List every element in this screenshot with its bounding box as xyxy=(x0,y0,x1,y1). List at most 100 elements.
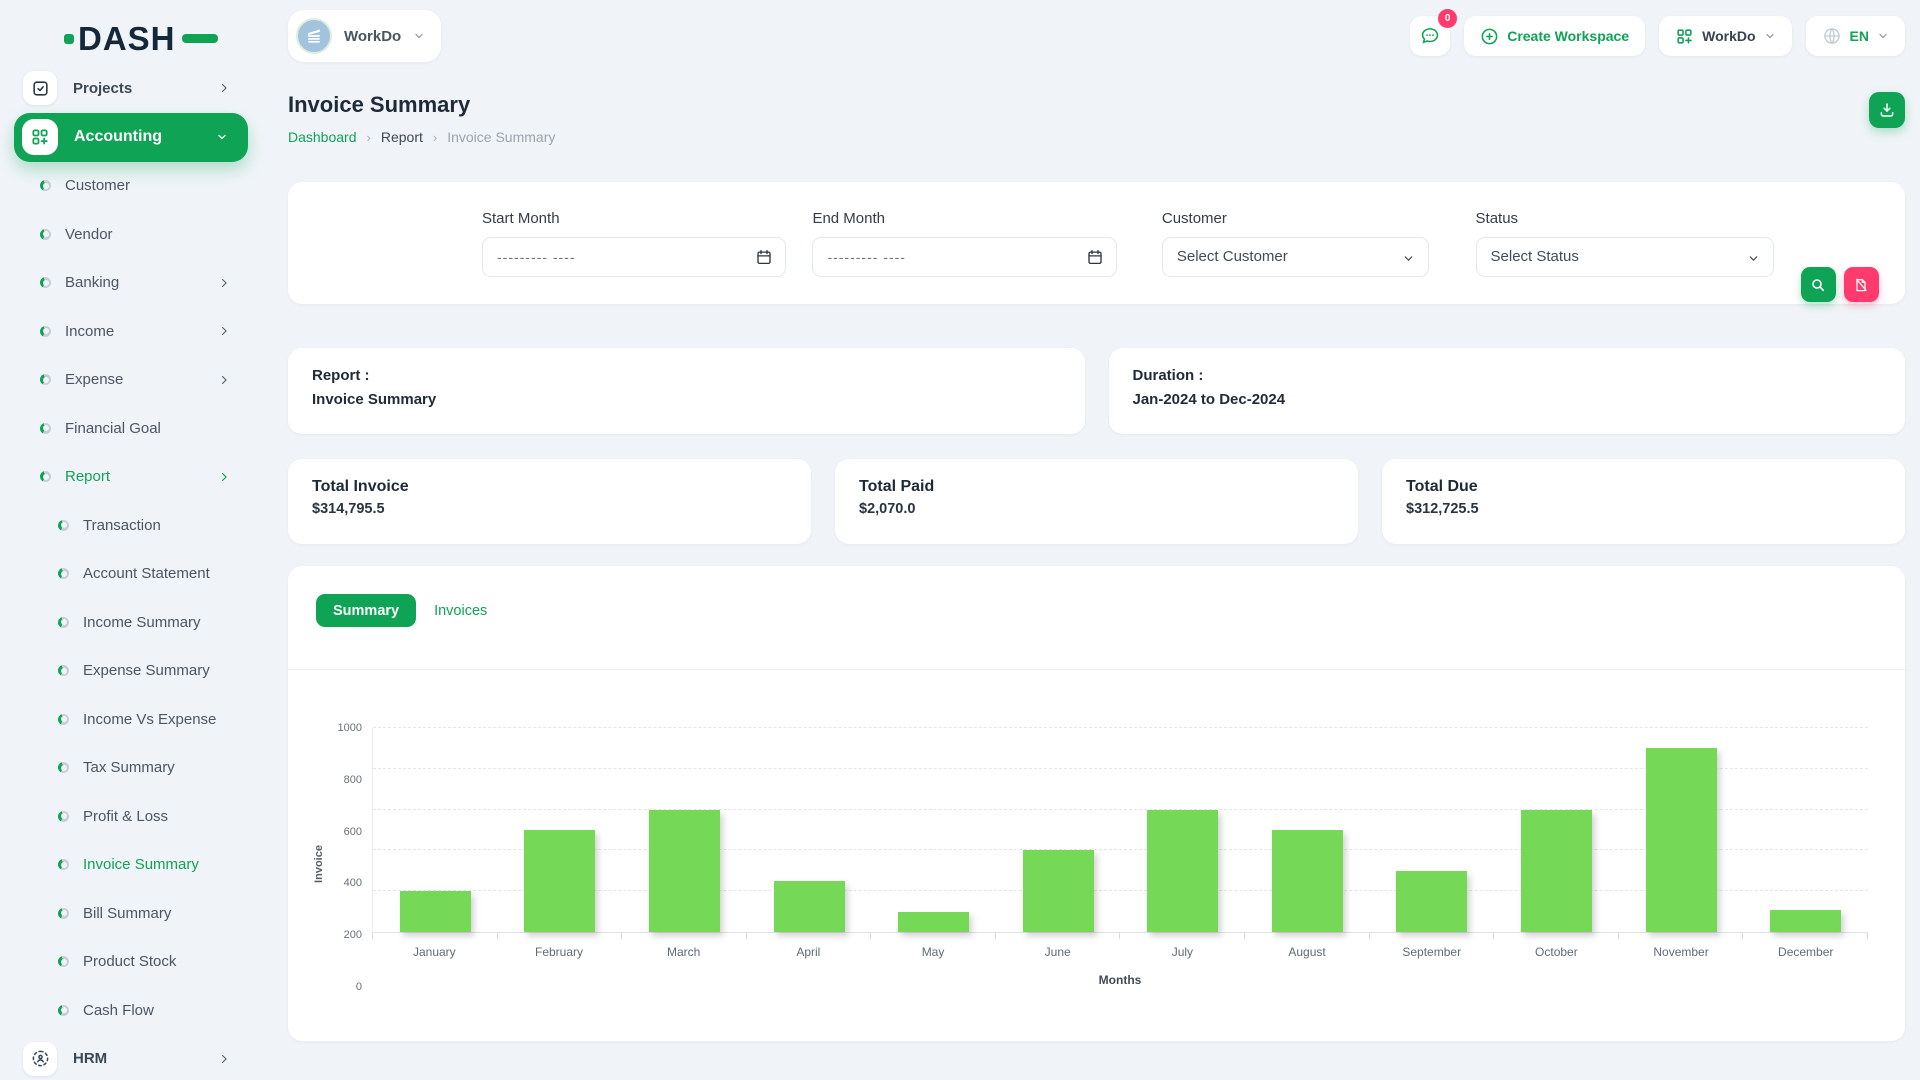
x-axis-title: Months xyxy=(372,973,1868,987)
main-content: Invoice Summary Dashboard › Report › Inv… xyxy=(288,0,1905,1041)
bar-december[interactable] xyxy=(1770,910,1841,932)
x-tick xyxy=(747,933,872,939)
sidebar-item-income-vs-expense[interactable]: Income Vs Expense xyxy=(0,695,264,744)
customer-label: Customer xyxy=(1162,210,1429,227)
chart-plot xyxy=(372,728,1868,933)
bullet-icon xyxy=(40,180,51,191)
chart-bars xyxy=(373,728,1868,932)
tab-invoices[interactable]: Invoices xyxy=(434,603,487,619)
bullet-icon xyxy=(58,617,69,628)
sidebar-item-income[interactable]: Income xyxy=(0,307,264,356)
tab-summary[interactable]: Summary xyxy=(316,594,416,627)
y-tick-label: 200 xyxy=(344,929,362,941)
sidebar-item-hrm[interactable]: HRM xyxy=(0,1035,264,1080)
total-paid-value: $2,070.0 xyxy=(859,501,1334,517)
sidebar-item-report[interactable]: Report xyxy=(0,453,264,502)
x-axis-label: May xyxy=(871,945,996,959)
total-due-card: Total Due $312,725.5 xyxy=(1382,459,1905,544)
bar-august[interactable] xyxy=(1272,830,1343,932)
sidebar-item-account-statement[interactable]: Account Statement xyxy=(0,550,264,599)
bullet-icon xyxy=(58,956,69,967)
status-field: Status Select Status xyxy=(1476,210,1774,277)
sidebar-item-customer[interactable]: Customer xyxy=(0,162,264,211)
sidebar-item-financial-goal[interactable]: Financial Goal xyxy=(0,404,264,453)
bullet-icon xyxy=(40,277,51,288)
calendar-icon[interactable] xyxy=(1086,248,1104,266)
bullet-icon xyxy=(58,714,69,725)
duration-card-title: Duration : xyxy=(1133,367,1882,384)
invoice-bar-chart: Invoice 02004006008001000 JanuaryFebruar… xyxy=(372,728,1868,987)
x-axis-label: April xyxy=(746,945,871,959)
bar-cell xyxy=(996,728,1121,932)
download-report-button[interactable] xyxy=(1869,92,1905,128)
chevron-right-icon xyxy=(218,1053,230,1065)
bar-cell xyxy=(871,728,996,932)
sidebar-item-transaction[interactable]: Transaction xyxy=(0,501,264,550)
duration-card-value: Jan-2024 to Dec-2024 xyxy=(1133,391,1882,408)
filter-panel: Start Month --------- ---- End Month ---… xyxy=(288,182,1905,304)
sidebar-item-bill-summary[interactable]: Bill Summary xyxy=(0,889,264,938)
y-axis: 02004006008001000 xyxy=(288,728,362,987)
calendar-icon[interactable] xyxy=(755,248,773,266)
bar-cell xyxy=(498,728,623,932)
x-axis-label: July xyxy=(1120,945,1245,959)
end-month-input[interactable]: --------- ---- xyxy=(812,237,1116,277)
sidebar-item-expense-summary[interactable]: Expense Summary xyxy=(0,647,264,696)
end-month-label: End Month xyxy=(812,210,1116,227)
x-axis-label: August xyxy=(1245,945,1370,959)
y-tick-label: 800 xyxy=(344,774,362,786)
bar-june[interactable] xyxy=(1023,850,1094,932)
bar-july[interactable] xyxy=(1147,810,1218,932)
sidebar-item-product-stock[interactable]: Product Stock xyxy=(0,938,264,987)
chevron-down-icon xyxy=(216,131,228,143)
bullet-icon xyxy=(58,762,69,773)
bar-cell xyxy=(622,728,747,932)
sidebar: Projects Accounting Customer Vendor Bank… xyxy=(0,0,264,1080)
sidebar-item-vendor[interactable]: Vendor xyxy=(0,210,264,259)
bullet-icon xyxy=(40,326,51,337)
total-invoice-value: $314,795.5 xyxy=(312,501,787,517)
bar-september[interactable] xyxy=(1396,871,1467,932)
bar-october[interactable] xyxy=(1521,810,1592,932)
bar-march[interactable] xyxy=(649,810,720,932)
clear-filter-button[interactable] xyxy=(1844,267,1879,302)
sidebar-item-banking[interactable]: Banking xyxy=(0,259,264,308)
x-axis-label: January xyxy=(372,945,497,959)
sidebar-item-cash-flow[interactable]: Cash Flow xyxy=(0,986,264,1035)
bar-cell xyxy=(747,728,872,932)
bar-cell xyxy=(1743,728,1868,932)
bullet-icon xyxy=(40,229,51,240)
sidebar-item-invoice-summary[interactable]: Invoice Summary xyxy=(0,841,264,890)
breadcrumb-report[interactable]: Report xyxy=(381,129,423,145)
bar-cell xyxy=(373,728,498,932)
breadcrumb-dashboard[interactable]: Dashboard xyxy=(288,129,357,145)
bar-november[interactable] xyxy=(1646,748,1717,932)
sidebar-item-projects[interactable]: Projects xyxy=(0,64,264,113)
sidebar-item-income-summary[interactable]: Income Summary xyxy=(0,598,264,647)
sidebar-item-tax-summary[interactable]: Tax Summary xyxy=(0,744,264,793)
sidebar-item-expense[interactable]: Expense xyxy=(0,356,264,405)
status-select[interactable]: Select Status xyxy=(1476,237,1774,277)
total-paid-card: Total Paid $2,070.0 xyxy=(835,459,1358,544)
bar-february[interactable] xyxy=(524,830,595,932)
bar-january[interactable] xyxy=(400,891,471,932)
x-tick xyxy=(1494,933,1619,939)
customer-select[interactable]: Select Customer xyxy=(1162,237,1429,277)
bullet-icon xyxy=(58,859,69,870)
start-month-input[interactable]: --------- ---- xyxy=(482,237,786,277)
breadcrumb: Dashboard › Report › Invoice Summary xyxy=(288,128,555,146)
divider xyxy=(288,669,1905,670)
x-axis-ticks xyxy=(372,933,1868,939)
x-tick xyxy=(1245,933,1370,939)
chart-tabs: Summary Invoices xyxy=(288,566,1905,627)
sidebar-item-profit-loss[interactable]: Profit & Loss xyxy=(0,792,264,841)
apply-filter-button[interactable] xyxy=(1801,267,1836,302)
chevron-right-icon xyxy=(218,325,230,337)
bar-cell xyxy=(1245,728,1370,932)
customer-field: Customer Select Customer xyxy=(1162,210,1429,277)
sidebar-item-accounting[interactable]: Accounting xyxy=(14,113,248,162)
bullet-icon xyxy=(40,374,51,385)
chevron-down-icon xyxy=(1402,252,1415,265)
bar-may[interactable] xyxy=(898,912,969,932)
bar-april[interactable] xyxy=(774,881,845,932)
